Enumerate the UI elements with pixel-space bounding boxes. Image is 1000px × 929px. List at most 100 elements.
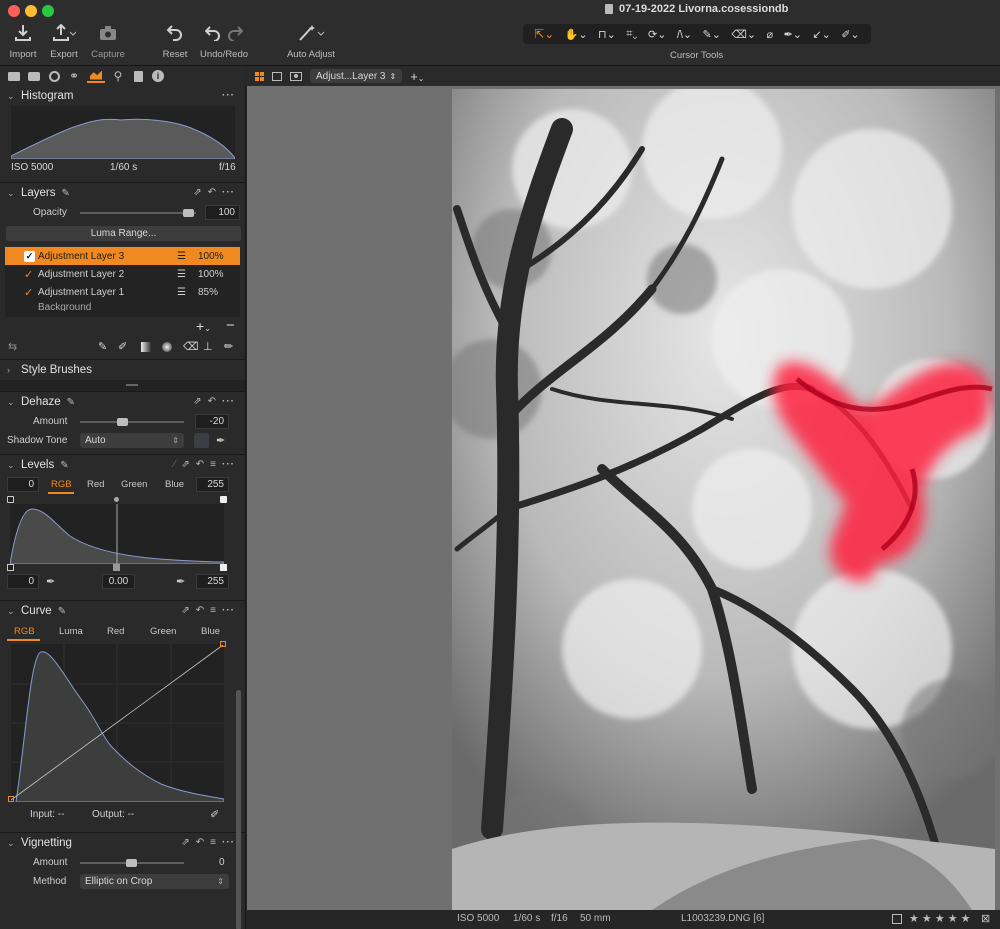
export-button[interactable]: Export — [48, 22, 80, 60]
copy-apply-icon[interactable]: ⇗ — [181, 459, 189, 470]
auto-adjust-button[interactable]: Auto Adjust — [284, 22, 338, 60]
shadow-tone-select[interactable]: Auto ⇕ — [80, 433, 184, 448]
histogram-header[interactable]: ⌄ Histogram ··· — [0, 86, 245, 106]
reset-icon[interactable]: ↶ — [208, 396, 216, 407]
vignetting-amount-slider[interactable] — [80, 859, 184, 867]
layer-check-icon[interactable]: ✓ — [24, 268, 33, 281]
import-button[interactable]: Import — [8, 22, 38, 60]
tab-capture[interactable] — [27, 69, 41, 83]
copy-apply-icon[interactable]: ⇗ — [193, 396, 201, 407]
curve-tab-blue[interactable]: Blue — [201, 626, 220, 637]
picker-icon[interactable]: ✎ — [60, 460, 68, 471]
tab-metadata[interactable] — [131, 69, 145, 83]
auto-mask-icon[interactable]: ✐ — [118, 340, 127, 353]
curve-header[interactable]: ⌄ Curve ✎ ⇗ ↶ ≡ ··· — [0, 601, 245, 621]
layer-item[interactable]: ✓ Adjustment Layer 3 ☰ 100% — [5, 247, 240, 265]
tab-library[interactable] — [7, 69, 21, 83]
brush-icon[interactable]: ✎ — [98, 340, 107, 353]
color-picker-icon[interactable]: ✒ — [216, 434, 225, 447]
dehaze-amount-slider[interactable] — [80, 418, 184, 426]
stamp-icon[interactable]: ⊥ — [203, 340, 213, 353]
picker-icon[interactable]: ✎ — [67, 397, 75, 408]
list-icon[interactable]: ≡ — [210, 459, 216, 470]
dehaze-amount-value[interactable]: -20 — [195, 414, 229, 429]
layer-selector[interactable]: Adjust...Layer 3 ⇕ — [310, 69, 403, 83]
collapse-chevron-icon[interactable]: ⌄ — [7, 460, 15, 471]
crop-icon[interactable]: ⌗⌄ — [626, 28, 637, 41]
eraser-icon[interactable]: ⌫⌄ — [731, 28, 756, 41]
layers-header[interactable]: ⌄ Layers ✎ ⇗ ↶ ··· — [0, 183, 245, 203]
curve-start-point[interactable] — [8, 796, 14, 802]
reject-icon[interactable]: ⊠ — [981, 912, 990, 925]
vignetting-method-select[interactable]: Elliptic on Crop ⇕ — [80, 874, 229, 889]
gradient-icon[interactable]: ⌀ — [767, 28, 774, 41]
opacity-slider[interactable] — [80, 209, 196, 217]
eye-view-icon[interactable] — [290, 71, 302, 81]
collapse-chevron-icon[interactable]: ⌄ — [7, 91, 15, 102]
color-tag-checkbox[interactable] — [892, 914, 902, 924]
curve-tab-rgb[interactable]: RGB — [14, 626, 35, 637]
dehaze-amount-knob[interactable] — [117, 418, 128, 426]
radial-gradient-icon[interactable] — [162, 342, 172, 352]
collapse-chevron-icon[interactable]: ⌄ — [7, 606, 15, 617]
luma-range-button[interactable]: Luma Range... — [6, 226, 241, 241]
levels-tab-green[interactable]: Green — [121, 479, 147, 490]
black-eyedropper-icon[interactable]: ✒ — [46, 575, 55, 588]
capture-button[interactable]: Capture — [89, 22, 127, 60]
curve-picker-icon[interactable]: ✐ — [210, 808, 219, 821]
levels-input-high[interactable]: 255 — [196, 477, 229, 492]
pan-hand-icon[interactable]: ✋⌄ — [565, 28, 588, 41]
curve-tab-green[interactable]: Green — [150, 626, 176, 637]
more-options-icon[interactable]: ··· — [222, 605, 235, 616]
pen-icon[interactable]: ✐⌄ — [841, 28, 859, 41]
layer-item[interactable]: ✓ Adjustment Layer 1 ☰ 85% — [5, 283, 240, 301]
opacity-slider-knob[interactable] — [183, 209, 194, 217]
zoom-window-button[interactable] — [42, 5, 54, 17]
layer-check-icon[interactable]: ✓ — [24, 286, 33, 299]
levels-input-low[interactable]: 0 — [7, 477, 39, 492]
curve-tab-luma[interactable]: Luma — [59, 626, 83, 637]
add-layer-icon[interactable]: +⌄ — [196, 318, 211, 334]
more-options-icon[interactable]: ··· — [222, 187, 235, 198]
curve-graph[interactable] — [11, 644, 224, 802]
annotate-icon[interactable]: ↙⌄ — [812, 28, 830, 41]
redo-icon[interactable] — [227, 25, 243, 41]
layer-item[interactable]: ✓ Adjustment Layer 2 ☰ 100% — [5, 265, 240, 283]
vignetting-header[interactable]: ⌄ Vignetting ⇗ ↶ ≡ ··· — [0, 833, 245, 853]
dehaze-header[interactable]: ⌄ Dehaze ✎ ⇗ ↶ ··· — [0, 392, 245, 412]
sliders-icon[interactable]: ☰ — [177, 287, 186, 298]
more-options-icon[interactable]: ··· — [222, 459, 235, 470]
close-window-button[interactable] — [8, 5, 20, 17]
add-layer-icon[interactable]: +⌄ — [410, 69, 424, 84]
picker-icon[interactable]: ✒⌄ — [784, 28, 802, 41]
loupe-icon[interactable]: ⊓⌄ — [598, 28, 616, 41]
levels-black-point-top[interactable] — [7, 496, 14, 503]
collapse-chevron-icon[interactable]: ⌄ — [7, 838, 15, 849]
white-eyedropper-icon[interactable]: ✒ — [176, 575, 185, 588]
reset-icon[interactable]: ↶ — [208, 187, 216, 198]
photo-preview[interactable] — [452, 89, 995, 910]
heal-icon[interactable]: ✏ — [224, 340, 233, 353]
levels-output-high[interactable]: 255 — [196, 574, 229, 589]
list-icon[interactable]: ≡ — [210, 837, 216, 848]
picker-icon[interactable]: ✎ — [58, 606, 66, 617]
curve-tab-red[interactable]: Red — [107, 626, 124, 637]
levels-tab-rgb[interactable]: RGB — [51, 479, 72, 490]
style-brushes-header[interactable]: › Style Brushes — [0, 360, 245, 380]
opacity-value[interactable]: 100 — [205, 205, 240, 220]
sliders-icon[interactable]: ☰ — [177, 269, 186, 280]
layer-checkbox[interactable]: ✓ — [24, 250, 35, 262]
sliders-icon[interactable]: ☰ — [177, 251, 186, 262]
levels-midtone-value[interactable]: 0.00 — [102, 574, 135, 589]
expand-chevron-icon[interactable]: › — [7, 365, 15, 375]
reset-button[interactable]: Reset — [160, 22, 190, 60]
drag-handle[interactable] — [126, 384, 138, 386]
panel-scrollbar[interactable] — [236, 690, 241, 929]
tab-color[interactable]: ⚭ — [67, 69, 81, 83]
layer-item[interactable]: Background — [5, 301, 240, 311]
tab-info[interactable]: i — [151, 69, 165, 83]
collapse-chevron-icon[interactable]: ⌄ — [7, 397, 15, 408]
levels-black-point-bottom[interactable] — [7, 564, 14, 571]
reset-icon[interactable]: ↶ — [196, 605, 204, 616]
levels-white-point-bottom[interactable] — [220, 564, 227, 571]
